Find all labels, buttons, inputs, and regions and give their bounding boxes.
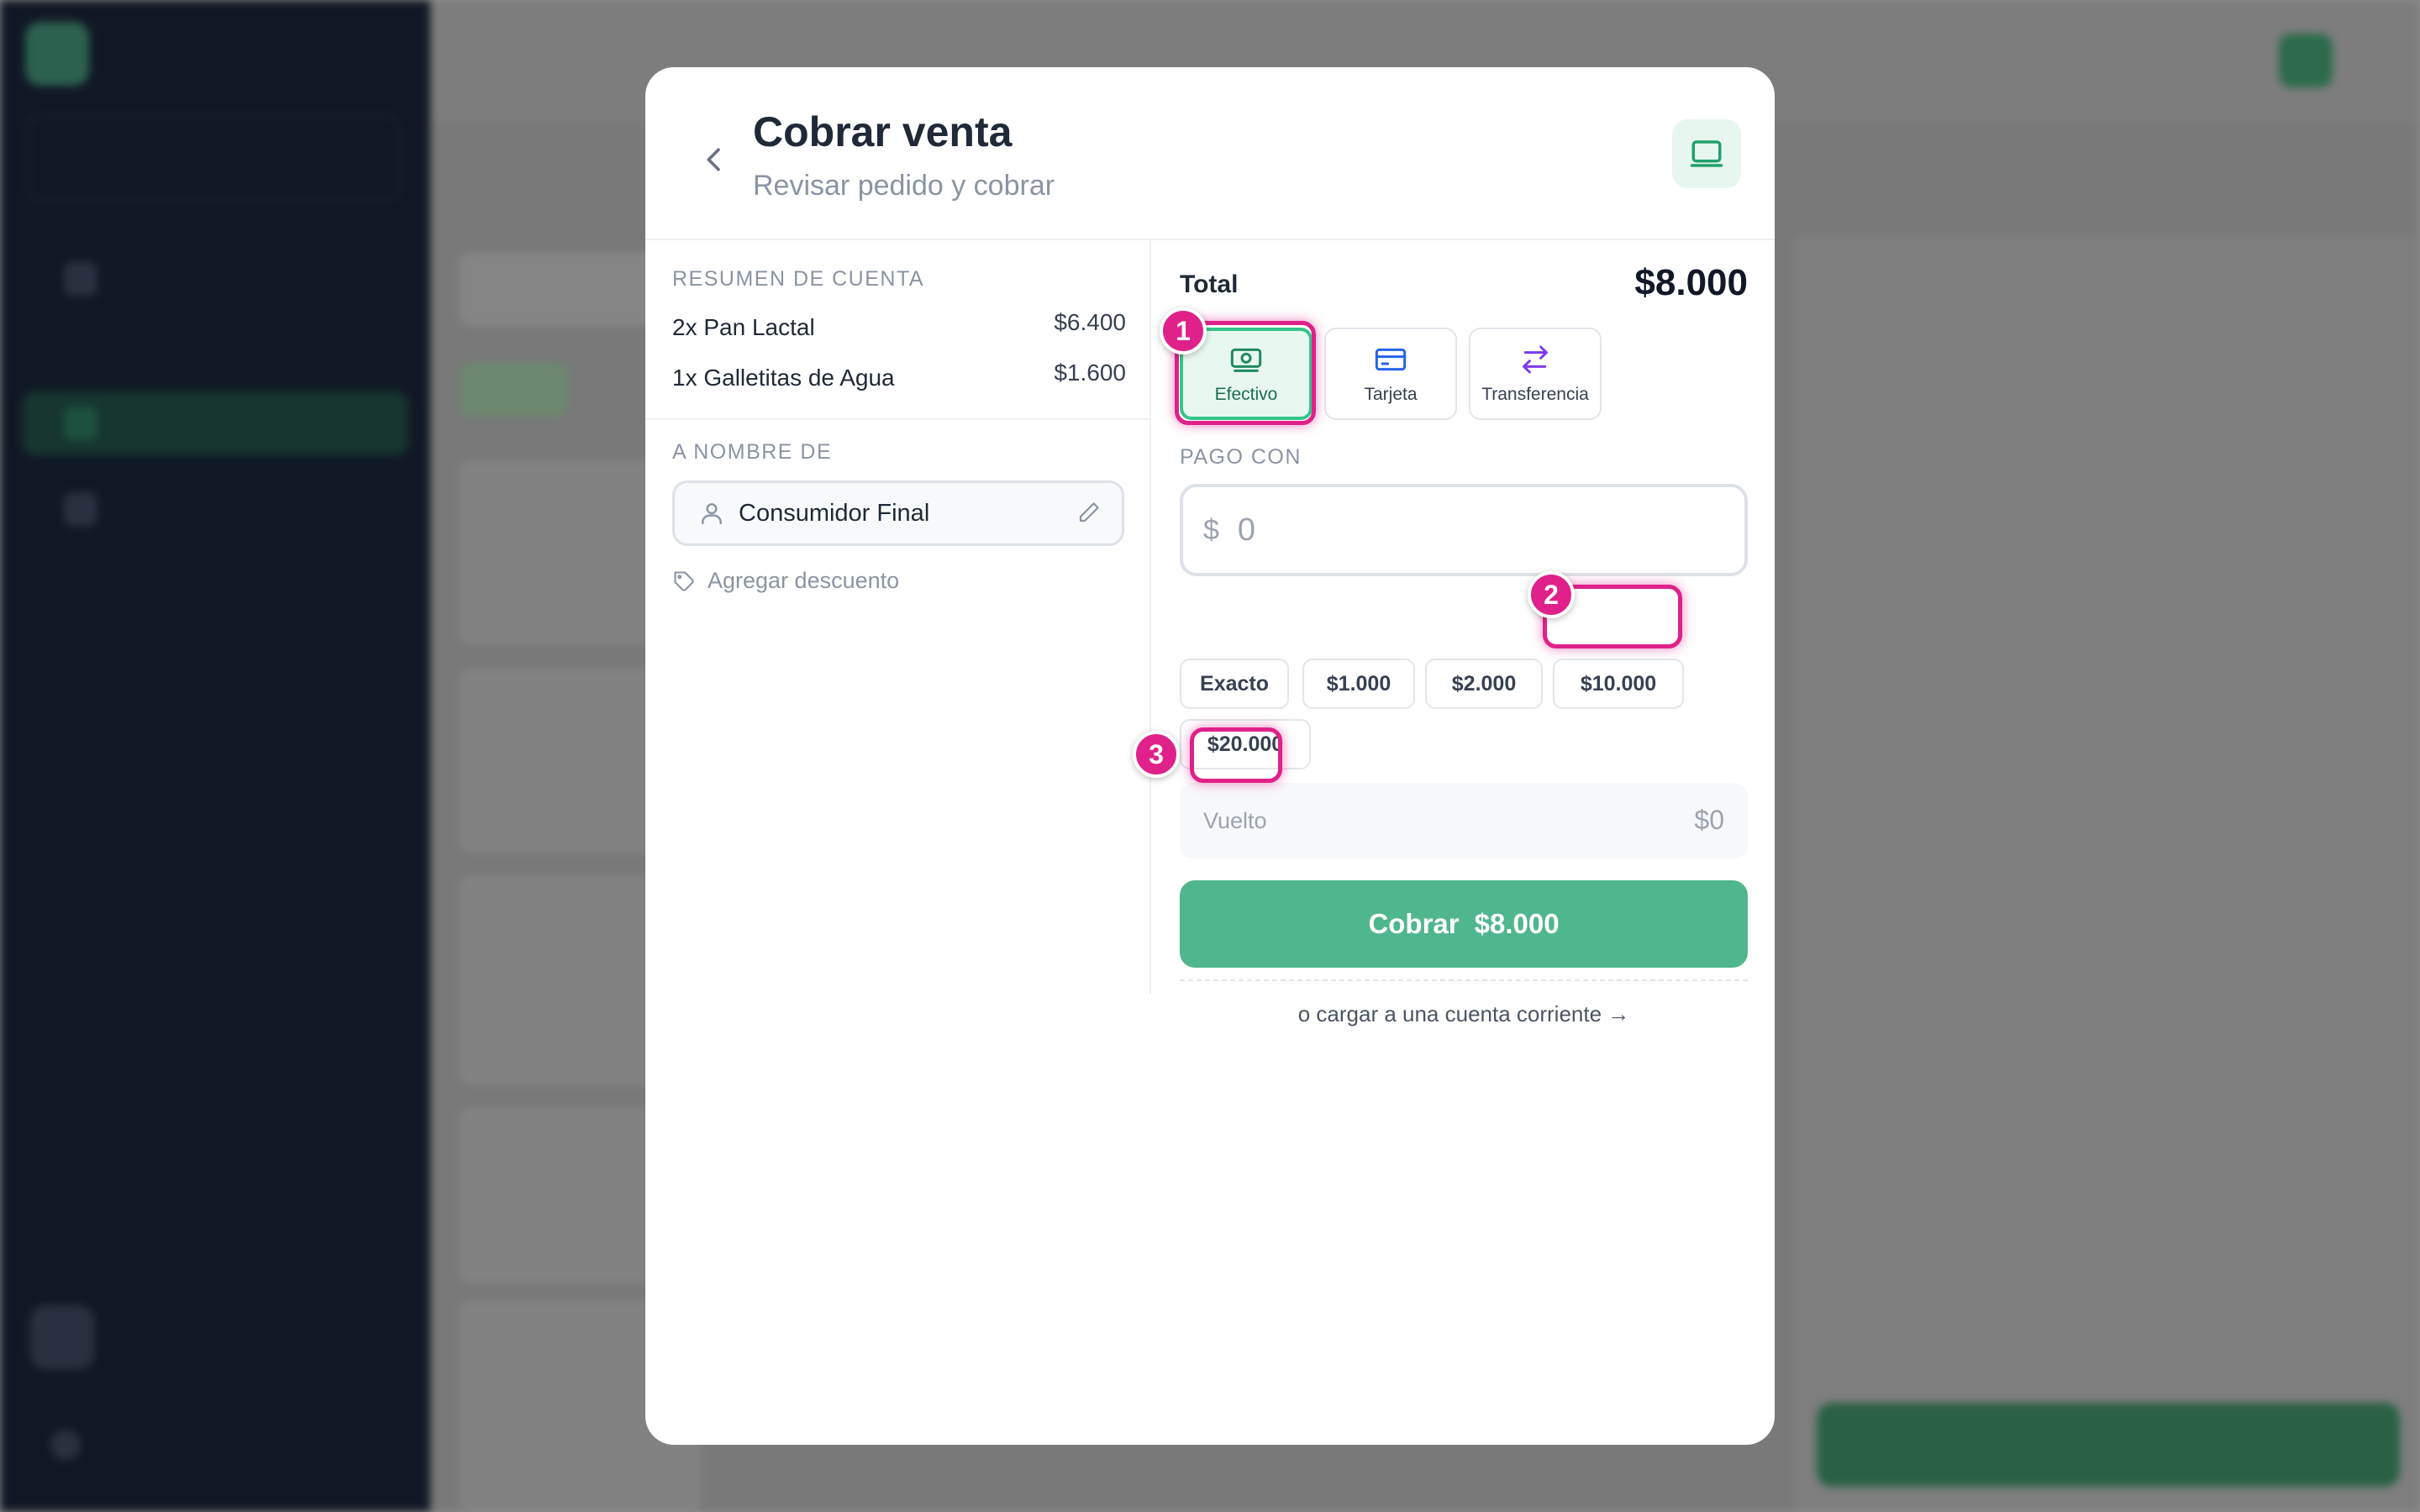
account-summary: RESUMEN DE CUENTA 2x Pan Lactal $6.400 1… <box>645 240 1151 420</box>
order-summary-column: RESUMEN DE CUENTA 2x Pan Lactal $6.400 1… <box>645 240 1151 995</box>
customer-selector[interactable]: Consumidor Final <box>672 480 1124 546</box>
charge-amount: $8.000 <box>1474 908 1560 939</box>
charge-button[interactable]: Cobrar $8.000 <box>1180 880 1748 968</box>
quick-amount-2000[interactable]: $2.000 <box>1425 659 1543 709</box>
summary-item: 1x Galletitas de Agua $1.600 <box>672 360 1126 391</box>
divider <box>1180 979 1748 981</box>
annotation-badge: 2 <box>1528 571 1575 618</box>
add-discount-label: Agregar descuento <box>708 568 900 593</box>
back-button[interactable] <box>681 126 748 193</box>
summary-item: 2x Pan Lactal $6.400 <box>672 309 1126 341</box>
payment-label: PAGO CON <box>1180 445 1302 469</box>
tag-icon <box>674 570 694 591</box>
summary-item-name: 1x Galletitas de Agua <box>672 365 895 391</box>
summary-label: RESUMEN DE CUENTA <box>672 267 925 291</box>
checkout-modal: Cobrar venta Revisar pedido y cobrar RES… <box>645 67 1775 1445</box>
pencil-icon[interactable] <box>1076 500 1102 525</box>
quick-amount-20000[interactable]: $20.000 <box>1180 719 1311 769</box>
display-mode-button[interactable] <box>1672 119 1741 188</box>
add-discount-link[interactable]: Agregar descuento <box>672 568 899 594</box>
chevron-left-icon <box>707 148 720 171</box>
modal-subtitle: Revisar pedido y cobrar <box>753 170 1055 202</box>
customer-name: Consumidor Final <box>739 499 930 527</box>
method-card-button[interactable]: Tarjeta <box>1324 328 1457 420</box>
customer-label: A NOMBRE DE <box>672 440 833 464</box>
quick-amount-exact[interactable]: Exacto <box>1180 659 1289 709</box>
user-icon <box>702 503 722 525</box>
quick-amount-1000[interactable]: $1.000 <box>1302 659 1415 709</box>
summary-item-price: $6.400 <box>1054 309 1126 335</box>
payment-amount-input[interactable] <box>1237 512 1708 549</box>
transfer-icon <box>1523 345 1548 374</box>
total-value: $8.000 <box>1634 262 1748 303</box>
method-label: Transferencia <box>1481 385 1589 404</box>
total-label: Total <box>1180 270 1239 298</box>
method-label: Efectivo <box>1214 385 1278 404</box>
payment-column: Total $8.000 Efectivo Tarjeta Transferen… <box>1153 240 1775 995</box>
change-value: $0 <box>1694 805 1724 835</box>
payment-amount-field[interactable]: $ <box>1180 484 1748 576</box>
currency-symbol: $ <box>1203 513 1219 546</box>
method-transfer-button[interactable]: Transferencia <box>1469 328 1602 420</box>
summary-item-name: 2x Pan Lactal <box>672 314 815 340</box>
annotation-badge: 3 <box>1133 731 1180 778</box>
card-icon <box>1375 348 1407 371</box>
quick-amount-10000[interactable]: $10.000 <box>1553 659 1684 709</box>
change-row: Vuelto $0 <box>1180 783 1748 858</box>
summary-item-price: $1.600 <box>1054 360 1126 386</box>
charge-label: Cobrar <box>1368 908 1460 939</box>
modal-title: Cobrar venta <box>753 108 1013 155</box>
monitor-icon <box>1690 140 1723 167</box>
current-account-link[interactable]: o cargar a una cuenta corriente → <box>1153 1001 1775 1027</box>
method-label: Tarjeta <box>1364 385 1418 404</box>
cash-icon <box>1230 348 1262 372</box>
annotation-badge: 1 <box>1160 307 1207 354</box>
modal-header: Cobrar venta Revisar pedido y cobrar <box>645 67 1775 240</box>
change-label: Vuelto <box>1203 808 1267 833</box>
